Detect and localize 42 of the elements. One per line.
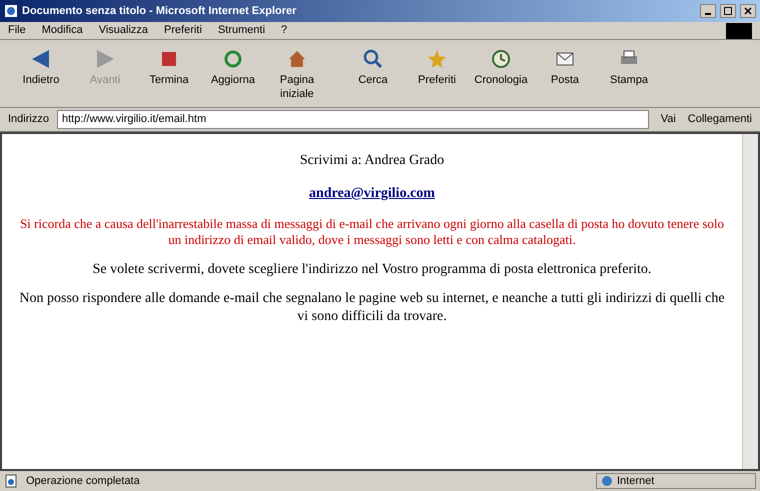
search-icon — [362, 48, 384, 70]
close-icon — [744, 7, 752, 15]
menu-item[interactable]: Visualizza — [98, 22, 148, 39]
browser-icon — [4, 4, 18, 18]
links-label[interactable]: Collegamenti — [688, 111, 752, 128]
address-label: Indirizzo — [8, 112, 49, 128]
globe-icon — [601, 475, 613, 487]
toolbar-button[interactable]: Pagina iniziale — [268, 48, 326, 102]
page-icon — [4, 474, 18, 488]
forward-arrow-icon — [94, 48, 116, 70]
menu-item[interactable]: Modifica — [42, 22, 83, 39]
scrollbar[interactable] — [742, 134, 758, 469]
close-button[interactable] — [740, 4, 756, 18]
maximize-button[interactable] — [720, 4, 736, 18]
back-arrow-icon — [30, 48, 52, 70]
window-title: Documento senza titolo - Microsoft Internet Explorer — [22, 4, 298, 19]
toolbar-button[interactable]: Preferiti — [408, 48, 466, 88]
toolbar-button[interactable]: Cerca — [344, 48, 402, 88]
minimize-button[interactable] — [700, 4, 716, 18]
notice-text: Si ricorda che a causa dell'inarrestabile massa di messaggi di e-mail che arrivano ogni giorno alla casella di posta ho dovuto tenere solo un indirizzo di email valido, dove i messaggi sono letti e con calma catalogati. — [18, 216, 726, 248]
toolbar-button[interactable]: Cronologia — [472, 48, 530, 88]
maximize-icon — [724, 7, 732, 15]
paragraph: Non posso rispondere alle domande e-mail che segnalano le pagine web su internet, e neanche a tutti gli indirizzi di quelli che vi sono difficili da trovare. — [18, 290, 726, 325]
menu-item[interactable]: ? — [281, 22, 288, 39]
toolbar-button[interactable]: Indietro — [12, 48, 70, 88]
menu-item[interactable]: Strumenti — [218, 22, 266, 39]
menu-item[interactable]: Preferiti — [164, 22, 202, 39]
toolbar-button[interactable]: Termina — [140, 48, 198, 88]
menu-item[interactable]: File — [8, 22, 26, 39]
go-button[interactable]: Vai — [656, 111, 680, 128]
toolbar-button[interactable]: Aggiorna — [204, 48, 262, 88]
refresh-icon — [222, 48, 244, 70]
email-link[interactable]: andrea@virgilio.com — [309, 183, 435, 204]
toolbar-button[interactable]: Stampa — [600, 48, 658, 88]
paragraph: Se volete scrivermi, dovete scegliere l'indirizzo nel Vostro programma di posta elettronica preferito. — [92, 260, 652, 278]
star-icon — [426, 48, 448, 70]
zone-text: Internet — [617, 474, 654, 489]
status-text: Operazione completata — [26, 474, 141, 489]
address-field[interactable]: http://www.virgilio.it/email.htm — [56, 110, 649, 129]
toolbar-button[interactable]: Posta — [536, 48, 594, 88]
clock-icon — [490, 48, 512, 70]
page-heading: Scrivimi a: Andrea Grado — [300, 152, 444, 170]
